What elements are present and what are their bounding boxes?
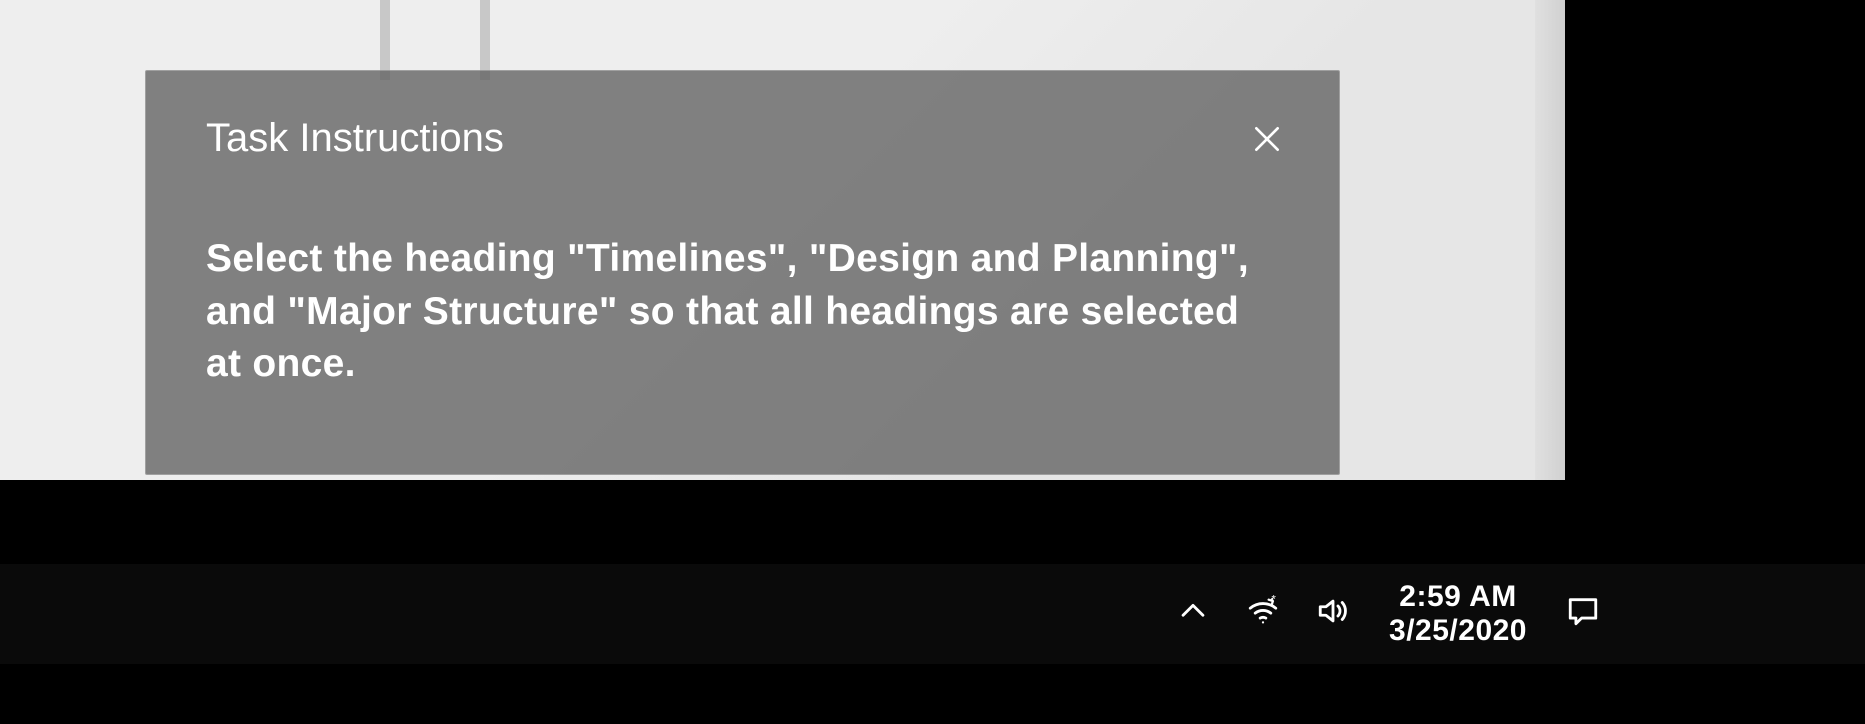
svg-text:*: * [1272, 594, 1277, 606]
taskbar-time: 2:59 AM [1399, 580, 1516, 615]
taskbar-date: 3/25/2020 [1389, 614, 1527, 649]
volume-button[interactable] [1311, 592, 1355, 636]
speaker-icon [1316, 594, 1350, 635]
window-edge [1535, 0, 1565, 480]
close-icon [1251, 123, 1283, 160]
screen-bezel-bottom [0, 664, 1865, 724]
dialog-body-text: Select the heading "Timelines", "Design … [206, 233, 1279, 391]
windows-taskbar[interactable]: * 2:59 AM 3/25/2020 [0, 564, 1865, 664]
divider [480, 0, 490, 80]
task-instructions-dialog: Task Instructions Select the heading "Ti… [145, 70, 1340, 475]
divider [380, 0, 390, 80]
notification-icon [1566, 594, 1600, 635]
wifi-status-button[interactable]: * [1241, 592, 1285, 636]
tray-expand-button[interactable] [1171, 592, 1215, 636]
dialog-title: Task Instructions [206, 116, 1279, 161]
close-button[interactable] [1243, 117, 1291, 165]
taskbar-clock[interactable]: 2:59 AM 3/25/2020 [1381, 580, 1535, 649]
wifi-icon: * [1246, 594, 1280, 635]
chevron-up-icon [1176, 594, 1210, 635]
action-center-button[interactable] [1561, 592, 1605, 636]
screen-bezel-right [1565, 0, 1865, 480]
